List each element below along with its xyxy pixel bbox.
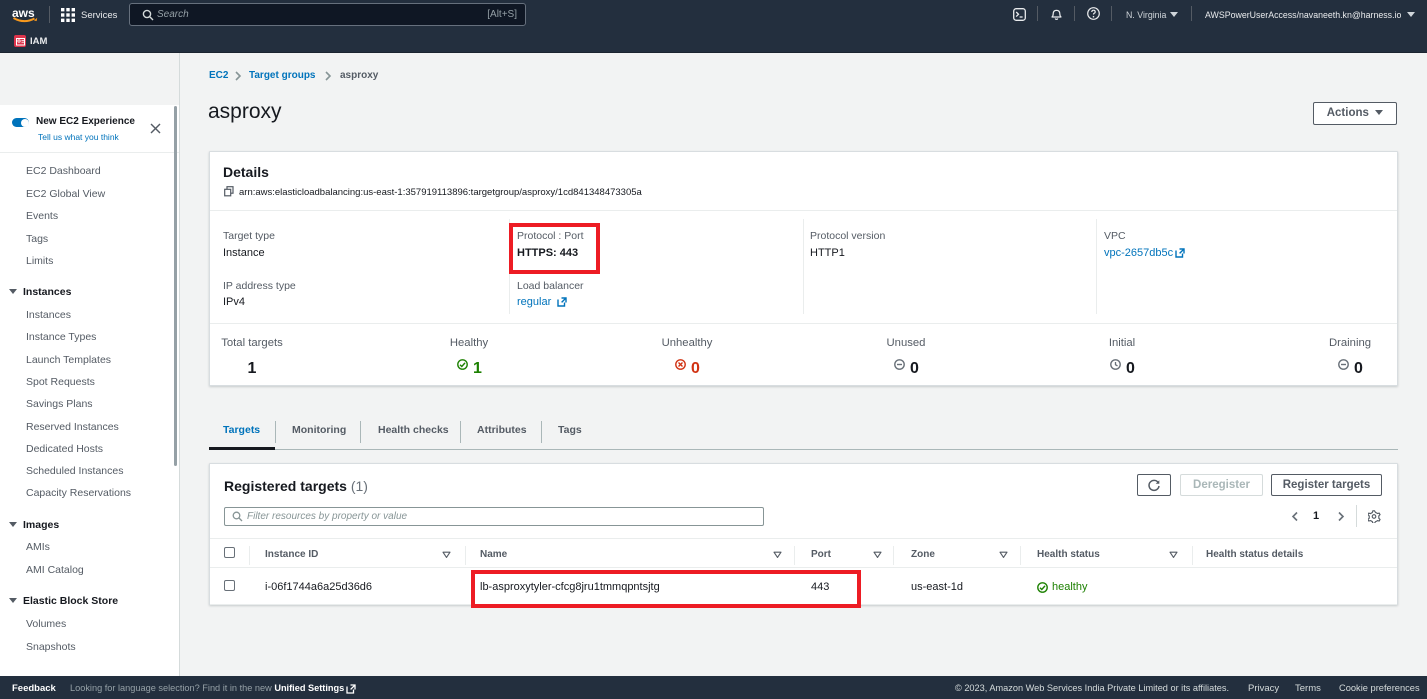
svg-text:aws: aws — [12, 6, 35, 20]
